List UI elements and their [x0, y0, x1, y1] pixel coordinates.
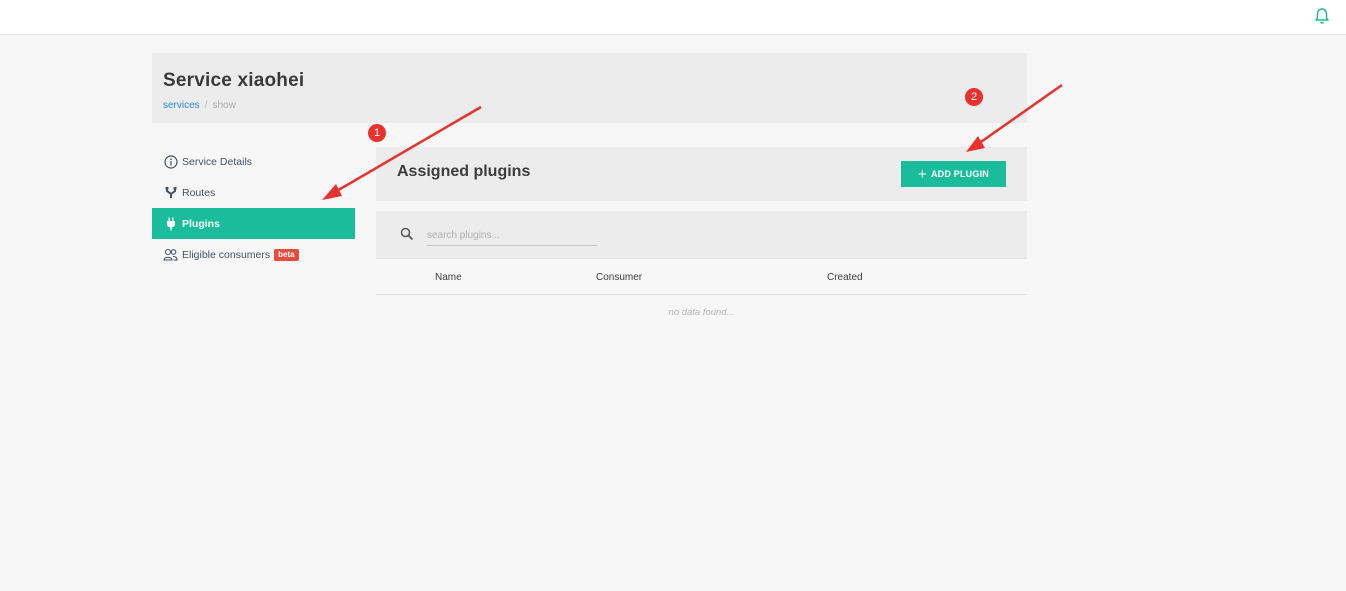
sidebar-item-label: Eligible consumers — [182, 248, 271, 261]
add-plugin-label: ADD PLUGIN — [930, 169, 989, 179]
page-title: Service xiaohei — [163, 70, 305, 91]
plug-icon — [163, 216, 178, 231]
annotation-badge-2: 2 — [965, 88, 983, 106]
sidebar-item-label: Plugins — [182, 217, 220, 230]
empty-table-message: no data found... — [668, 307, 735, 318]
breadcrumb: services / show — [163, 100, 236, 111]
column-header-name[interactable]: Name — [435, 272, 462, 283]
beta-badge: beta — [274, 248, 299, 261]
breadcrumb-current: show — [212, 100, 236, 111]
search-bar — [376, 211, 1027, 258]
routes-fork-icon — [163, 185, 178, 200]
sidebar-menu: Service Details Routes Plugins Eligible … — [152, 146, 355, 270]
sidebar-item-label: Routes — [182, 186, 216, 199]
top-navbar — [0, 0, 1346, 35]
assigned-plugins-header: Assigned plugins + ADD PLUGIN — [376, 147, 1027, 201]
sidebar-item-label: Service Details — [182, 155, 253, 168]
breadcrumb-separator: / — [204, 100, 208, 111]
annotation-badge-1: 1 — [368, 124, 386, 142]
sidebar-item-eligible-consumers[interactable]: Eligible consumers beta — [152, 239, 355, 270]
sidebar-item-routes[interactable]: Routes — [152, 177, 355, 208]
plugins-table-header: Name Consumer Created — [376, 258, 1027, 295]
info-circle-icon — [163, 154, 178, 169]
breadcrumb-services-link[interactable]: services — [163, 100, 200, 111]
sidebar-item-service-details[interactable]: Service Details — [152, 146, 355, 177]
page-header: Service xiaohei services / show — [152, 53, 1027, 123]
column-header-created[interactable]: Created — [827, 272, 863, 283]
add-plugin-button[interactable]: + ADD PLUGIN — [901, 161, 1006, 187]
column-header-consumer[interactable]: Consumer — [596, 272, 642, 283]
search-input[interactable] — [427, 226, 597, 246]
plus-icon: + — [918, 165, 927, 183]
bell-icon[interactable] — [1314, 7, 1330, 25]
sidebar-item-plugins[interactable]: Plugins — [152, 208, 355, 239]
users-icon — [163, 247, 178, 262]
search-icon — [400, 227, 414, 241]
panel-title: Assigned plugins — [397, 163, 531, 180]
